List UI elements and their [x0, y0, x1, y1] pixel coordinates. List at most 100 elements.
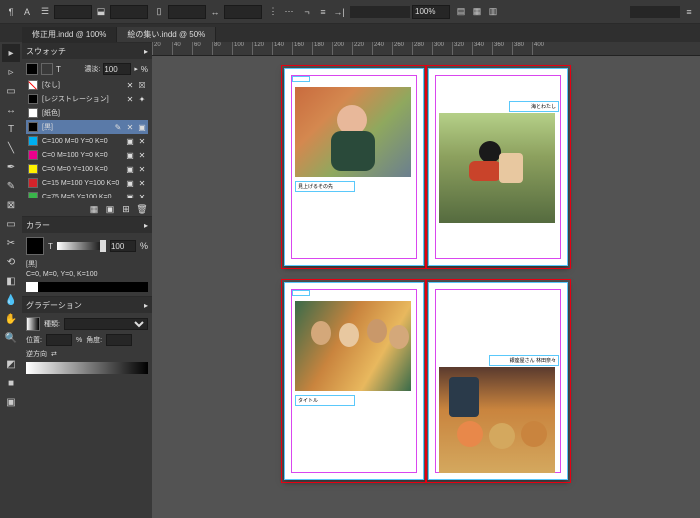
gradient-panel: グラデーション ▸ 種類: 位置: % 角度: 逆方向 ⇄	[22, 296, 152, 378]
rect-tool[interactable]: ▭	[2, 215, 20, 233]
add-icon[interactable]: ⊞	[120, 204, 132, 215]
direct-select-tool[interactable]: ▹	[2, 63, 20, 81]
char-icon[interactable]: A	[20, 5, 34, 19]
swatches-panel: スウォッチ ▸ T 濃淡: ▸ % [なし]✕☒ [レジストレーション]✕✦ […	[22, 42, 152, 216]
zoom-field[interactable]	[412, 5, 450, 19]
pen-tool[interactable]: ✒	[2, 158, 20, 176]
swatch-row[interactable]: [紙色]	[26, 106, 148, 120]
swatch-row[interactable]: C=75 M=5 Y=100 K=0▣✕	[26, 190, 148, 198]
opts2-icon[interactable]: ⋯	[282, 5, 296, 19]
tint-unit: %	[141, 65, 148, 74]
line-tool[interactable]: ╲	[2, 139, 20, 157]
panel-menu-icon[interactable]: ▸	[144, 47, 148, 56]
spread-2: タイトル 銀座屋さん 林田奈々	[284, 282, 568, 480]
swatch-row[interactable]: [なし]✕☒	[26, 78, 148, 92]
preset-well[interactable]	[630, 6, 680, 18]
eyedropper-tool[interactable]: 💧	[2, 291, 20, 309]
field-3[interactable]	[168, 5, 206, 19]
valign-icon[interactable]: ▯	[152, 5, 166, 19]
panel-menu-icon[interactable]: ▸	[144, 301, 148, 310]
w-icon[interactable]: ↔	[208, 5, 222, 19]
stroke-chip[interactable]	[41, 63, 53, 75]
page-right[interactable]: 銀座屋さん 林田奈々	[428, 282, 568, 480]
tab-doc-2[interactable]: 絵の集い.indd @ 50%	[117, 27, 216, 42]
page-tool[interactable]: ▭	[2, 82, 20, 100]
menu-icon[interactable]: ≡	[682, 5, 696, 19]
color-header[interactable]: カラー ▸	[22, 217, 152, 233]
screen-mode[interactable]: ▣	[2, 393, 20, 411]
hand-tool[interactable]: ✋	[2, 310, 20, 328]
color-spectrum[interactable]	[26, 282, 148, 292]
swatch-row[interactable]: C=100 M=0 Y=0 K=0▣✕	[26, 134, 148, 148]
color-value[interactable]	[110, 240, 136, 252]
gradient-loc[interactable]	[46, 334, 72, 346]
panel-menu-icon[interactable]: ▸	[144, 221, 148, 230]
color-panel: カラー ▸ T % [黒] C=0, M=0, Y=0, K=100	[22, 216, 152, 296]
selection-tool[interactable]: ▸	[2, 44, 20, 62]
page-left[interactable]: 見上げるその先	[284, 68, 424, 266]
canvas[interactable]: 2040608010012014016018020022024026028030…	[152, 42, 700, 518]
color-formula: C=0, M=0, Y=0, K=100	[26, 271, 148, 282]
zoom-tool[interactable]: 🔍	[2, 329, 20, 347]
style-well[interactable]	[350, 6, 410, 18]
swatches-header[interactable]: スウォッチ ▸	[22, 43, 152, 59]
gradient-angle[interactable]	[106, 334, 132, 346]
pencil-tool[interactable]: ✎	[2, 177, 20, 195]
gradient-type[interactable]	[64, 318, 148, 330]
page-right[interactable]: 海とわたし	[428, 68, 568, 266]
para-icon[interactable]: ¶	[4, 5, 18, 19]
trash-icon[interactable]: 🗑	[136, 204, 148, 215]
swatch-row[interactable]: [レジストレーション]✕✦	[26, 92, 148, 106]
hyphen-icon[interactable]: ¬	[300, 5, 314, 19]
new-swatch-icon[interactable]: ▦	[88, 204, 100, 215]
gradient-tool[interactable]: ◧	[2, 272, 20, 290]
panel-title: グラデーション	[26, 300, 82, 311]
apply-color[interactable]: ■	[2, 374, 20, 392]
gap-tool[interactable]: ↔	[2, 101, 20, 119]
spread-1: 見上げるその先 海とわたし	[284, 68, 568, 266]
control-bar: ¶ A ☰ ⬓ ▯ ↔ ⋮ ⋯ ¬ ≡ →| ▤ ▦ ▥ ≡	[0, 0, 700, 24]
swatch-row[interactable]: C=0 M=0 Y=100 K=0▣✕	[26, 162, 148, 176]
caption: 銀座屋さん 林田奈々	[489, 355, 559, 366]
fill-chip[interactable]	[26, 63, 38, 75]
caption: タイトル	[295, 395, 355, 406]
page-left[interactable]: タイトル	[284, 282, 424, 480]
panel-dock: スウォッチ ▸ T 濃淡: ▸ % [なし]✕☒ [レジストレーション]✕✦ […	[22, 42, 152, 518]
gradient-chip[interactable]	[26, 317, 40, 331]
type-tool[interactable]: T	[2, 120, 20, 138]
swatch-row[interactable]: [黒]✎✕▣	[26, 120, 148, 134]
tab-doc-1[interactable]: 修正用.indd @ 100%	[22, 27, 117, 42]
tint-label: 濃淡:	[84, 64, 100, 74]
panel-title: スウォッチ	[26, 46, 66, 57]
gradient-header[interactable]: グラデーション ▸	[22, 297, 152, 313]
indent-icon[interactable]: →|	[332, 5, 346, 19]
field-4[interactable]	[224, 5, 262, 19]
align-c-icon[interactable]: ▦	[470, 5, 484, 19]
tint-input[interactable]	[103, 63, 131, 75]
field-2[interactable]	[110, 5, 148, 19]
align-icon[interactable]: ⬓	[94, 5, 108, 19]
field-1[interactable]	[54, 5, 92, 19]
align-l-icon[interactable]: ▤	[454, 5, 468, 19]
fill-stroke[interactable]: ◩	[2, 355, 20, 373]
swatches-footer: ▦ ▣ ⊞ 🗑	[22, 202, 152, 216]
gradient-ramp[interactable]	[26, 362, 148, 374]
align-r-icon[interactable]: ▥	[486, 5, 500, 19]
scissors-tool[interactable]: ✂	[2, 234, 20, 252]
transform-tool[interactable]: ⟲	[2, 253, 20, 271]
column-icon[interactable]: ☰	[38, 5, 52, 19]
swatch-row[interactable]: C=15 M=100 Y=100 K=0▣✕	[26, 176, 148, 190]
toolbox: ▸ ▹ ▭ ↔ T ╲ ✒ ✎ ⊠ ▭ ✂ ⟲ ◧ 💧 ✋ 🔍 ◩ ■ ▣	[0, 42, 22, 518]
swatch-row[interactable]: C=0 M=100 Y=0 K=0▣✕	[26, 148, 148, 162]
list-icon[interactable]: ≡	[316, 5, 330, 19]
opts-icon[interactable]: ⋮	[266, 5, 280, 19]
tint-slider[interactable]	[57, 242, 106, 250]
color-chip[interactable]	[26, 237, 44, 255]
panel-title: カラー	[26, 220, 50, 231]
document-tabs: 修正用.indd @ 100% 絵の集い.indd @ 50%	[0, 24, 700, 42]
color-name: [黒]	[26, 257, 148, 271]
reverse-icon[interactable]: ⇄	[51, 350, 57, 358]
new-icon[interactable]: ▣	[104, 204, 116, 215]
caption: 見上げるその先	[295, 181, 355, 192]
frame-tool[interactable]: ⊠	[2, 196, 20, 214]
